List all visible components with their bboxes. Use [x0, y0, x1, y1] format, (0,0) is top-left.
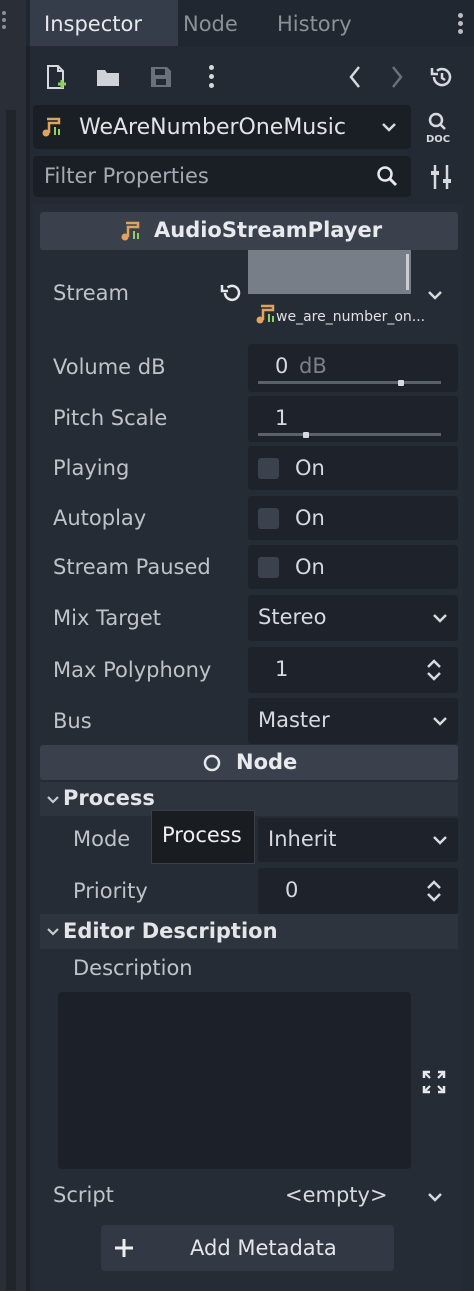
left-dock-rail [6, 110, 16, 1290]
audio-stream-player-icon [121, 221, 140, 241]
chevron-down-icon [433, 717, 447, 726]
tab-inspector[interactable]: Inspector [30, 0, 178, 46]
open-folder-icon[interactable] [95, 64, 121, 90]
node-circle-icon [203, 754, 221, 772]
node-header-label: Node [236, 750, 298, 774]
playing-checkbox[interactable] [258, 458, 279, 479]
tab-menu-icon[interactable] [458, 10, 464, 37]
playing-on-label: On [295, 456, 325, 480]
object-properties-tools-icon[interactable] [429, 163, 453, 191]
tab-history[interactable]: History [277, 0, 352, 46]
volume-db-unit: dB [299, 354, 327, 378]
volume-db-value: 0 [275, 354, 289, 378]
pitch-slider-grabber[interactable] [302, 432, 309, 438]
svg-text:DOC: DOC [426, 134, 450, 144]
stream-paused-toggle[interactable]: On [248, 545, 458, 589]
revert-icon[interactable] [219, 281, 243, 305]
dock-menu-icon[interactable] [0, 8, 8, 36]
description-label: Description [73, 956, 193, 980]
pitch-scale-value: 1 [275, 406, 289, 430]
object-name: WeAreNumberOneMusic [79, 115, 346, 140]
history-icon[interactable] [429, 64, 455, 90]
object-selector[interactable]: WeAreNumberOneMusic [33, 105, 411, 149]
volume-db-slider[interactable]: 0 dB [248, 344, 458, 392]
spin-arrows-icon[interactable] [425, 878, 443, 904]
forward-arrow-icon[interactable] [383, 64, 409, 90]
search-icon [377, 166, 398, 187]
mix-target-dropdown[interactable]: Stereo [248, 595, 458, 641]
priority-value: 0 [285, 878, 299, 902]
volume-slider-track[interactable] [258, 381, 441, 384]
node-class-header[interactable]: Node [40, 745, 458, 780]
collapse-chevron-icon [47, 928, 59, 936]
chevron-down-icon [382, 123, 396, 132]
mix-target-label: Mix Target [53, 606, 162, 630]
plus-icon [115, 1239, 133, 1257]
stream-preview[interactable] [248, 250, 411, 294]
priority-spinbox[interactable]: 0 [258, 868, 458, 914]
playing-toggle[interactable]: On [248, 446, 458, 490]
bus-dropdown[interactable]: Master [248, 698, 458, 744]
autoplay-checkbox[interactable] [258, 508, 279, 529]
mix-target-value: Stereo [258, 605, 327, 629]
max-polyphony-spinbox[interactable]: 1 [248, 647, 458, 693]
max-polyphony-value: 1 [275, 657, 289, 681]
dock-tab-bar: Inspector Node History [26, 0, 474, 46]
script-label: Script [53, 1183, 114, 1207]
stream-dropdown-icon[interactable] [427, 288, 443, 302]
stream-paused-checkbox[interactable] [258, 557, 279, 578]
add-metadata-button[interactable]: Add Metadata [101, 1225, 394, 1271]
stream-paused-on-label: On [295, 555, 325, 579]
stream-resource-name[interactable]: we_are_number_on... [276, 309, 425, 325]
filter-properties-input[interactable]: Filter Properties [33, 156, 411, 197]
more-options-icon[interactable] [209, 63, 215, 92]
editor-description-title: Editor Description [63, 919, 278, 943]
script-dropdown-icon[interactable] [427, 1190, 443, 1204]
filter-placeholder: Filter Properties [44, 164, 209, 188]
max-polyphony-label: Max Polyphony [53, 658, 212, 682]
class-header-label: AudioStreamPlayer [154, 218, 383, 242]
expand-fullscreen-icon[interactable] [422, 1070, 446, 1094]
spin-arrows-icon[interactable] [425, 657, 443, 683]
pitch-scale-label: Pitch Scale [53, 406, 168, 430]
process-section-title: Process [63, 786, 155, 810]
autoplay-on-label: On [295, 506, 325, 530]
autoplay-toggle[interactable]: On [248, 496, 458, 540]
collapse-chevron-icon [47, 796, 59, 804]
bus-label: Bus [53, 709, 92, 733]
pitch-slider-track[interactable] [258, 433, 441, 436]
open-documentation-icon[interactable]: DOC [424, 110, 456, 145]
editor-description-section-header[interactable]: Editor Description [40, 914, 458, 949]
mode-label: Mode [73, 827, 131, 851]
tooltip: Process [151, 810, 255, 864]
tab-node[interactable]: Node [183, 0, 238, 46]
autoplay-label: Autoplay [53, 506, 147, 530]
left-dock-strip [0, 0, 26, 1291]
stream-label: Stream [53, 281, 129, 305]
process-mode-value: Inherit [268, 827, 337, 851]
bus-value: Master [258, 708, 330, 732]
process-mode-dropdown[interactable]: Inherit [258, 818, 458, 862]
priority-label: Priority [73, 879, 148, 903]
class-header[interactable]: AudioStreamPlayer [40, 212, 458, 250]
script-value[interactable]: <empty> [285, 1183, 388, 1207]
description-textarea[interactable] [58, 992, 411, 1169]
audio-stream-icon [256, 304, 275, 324]
volume-db-label: Volume dB [53, 355, 166, 379]
pitch-scale-slider[interactable]: 1 [248, 396, 458, 442]
chevron-down-icon [433, 614, 447, 623]
playing-label: Playing [53, 456, 130, 480]
back-arrow-icon[interactable] [343, 64, 369, 90]
volume-slider-grabber[interactable] [397, 380, 404, 386]
stream-paused-label: Stream Paused [53, 555, 211, 579]
add-metadata-label: Add Metadata [190, 1236, 337, 1260]
new-resource-icon[interactable] [43, 64, 69, 90]
audio-stream-player-icon [42, 117, 61, 137]
save-icon[interactable] [148, 64, 174, 90]
tooltip-text: Process [162, 823, 242, 847]
chevron-down-icon [433, 836, 447, 845]
